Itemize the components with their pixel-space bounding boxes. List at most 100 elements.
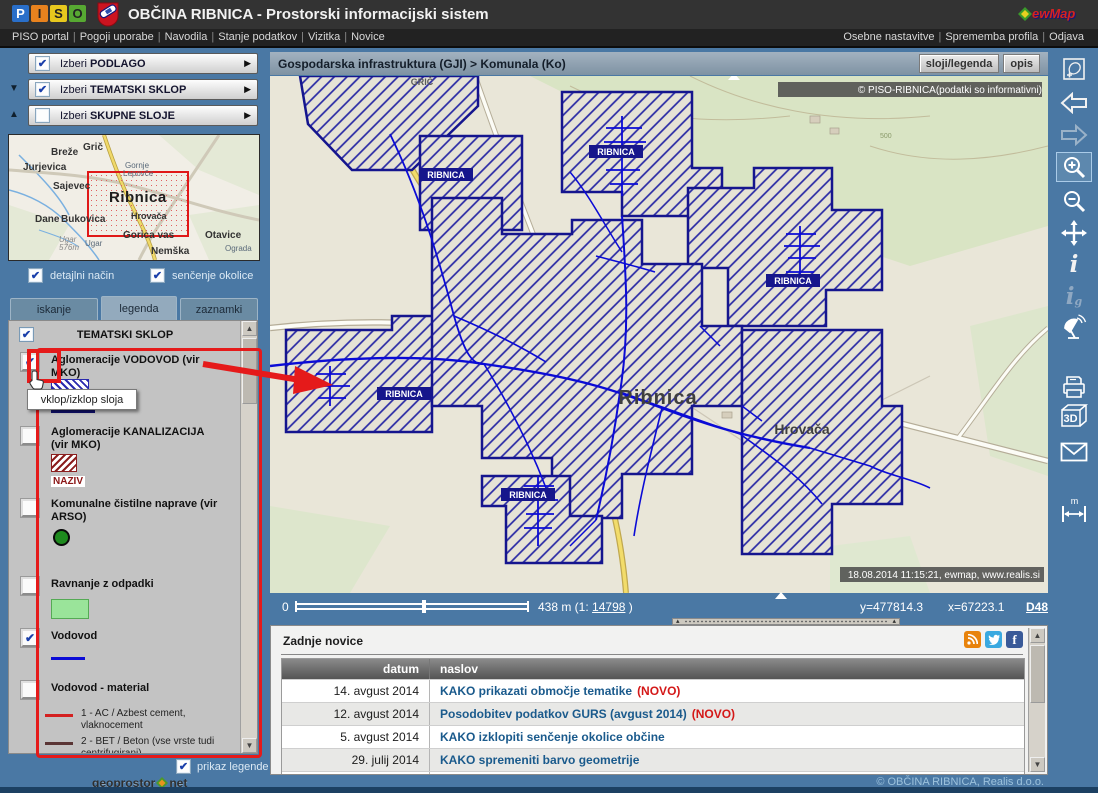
- menu-odjava[interactable]: Odjava: [1049, 31, 1084, 43]
- contour-label: 500: [880, 133, 892, 140]
- news-row[interactable]: 24. julij 2014 KAKO najhitreje do seznam…: [282, 771, 1024, 775]
- layer-label[interactable]: Komunalne čistilne naprave (vir ARSO): [51, 498, 221, 524]
- detajlni-checkbox[interactable]: ✔: [28, 268, 43, 283]
- layer-label[interactable]: Aglomeracije KANALIZACIJA (vir MKO): [51, 426, 221, 452]
- scroll-thumb[interactable]: [1030, 645, 1045, 703]
- scroll-up-icon[interactable]: ▲: [242, 321, 257, 336]
- news-link[interactable]: KAKO spremeniti barvo geometrije: [440, 753, 639, 767]
- forward-button[interactable]: [1056, 120, 1092, 150]
- option-detajlni-nacin[interactable]: ✔ detajlni način: [28, 268, 114, 283]
- rss-icon[interactable]: [964, 631, 981, 648]
- scale-value-link[interactable]: 14798: [592, 600, 625, 614]
- layer-label[interactable]: Vodovod: [51, 630, 221, 643]
- datum-link[interactable]: D48: [1026, 600, 1048, 614]
- area-label: RIBNICA: [427, 170, 465, 180]
- gps-button[interactable]: [1056, 312, 1092, 342]
- layer-checkbox-vodovod[interactable]: ✔: [21, 629, 39, 647]
- prikaz-legende-checkbox[interactable]: ✔: [176, 759, 191, 774]
- option-sencenje-okolice[interactable]: ✔ senčenje okolice: [150, 268, 253, 283]
- news-table-header: datum naslov: [282, 659, 1024, 679]
- accordion-tematski-sklop[interactable]: ✔ Izberi TEMATSKI SKLOP ▶: [28, 79, 258, 100]
- back-button[interactable]: [1056, 88, 1092, 118]
- layer-checkbox-ravnanje-odpadki[interactable]: [21, 577, 39, 595]
- tab-zaznamki[interactable]: zaznamki: [180, 298, 258, 321]
- layer-checkbox-vodovod-material[interactable]: [21, 681, 39, 699]
- 3d-button[interactable]: 3D: [1056, 402, 1092, 432]
- menu-stanje-podatkov[interactable]: Stanje podatkov: [218, 31, 297, 43]
- arrow-right-icon[interactable]: ▶: [244, 58, 251, 69]
- scroll-down-icon[interactable]: ▼: [1030, 757, 1045, 772]
- accordion-podlago[interactable]: ✔ Izberi PODLAGO ▶: [28, 53, 258, 74]
- scroll-down-icon[interactable]: ▼: [242, 738, 257, 753]
- map-canvas[interactable]: 500 500: [270, 76, 1048, 593]
- measure-button[interactable]: m: [1056, 496, 1092, 526]
- layer-label[interactable]: Vodovod - material: [51, 682, 221, 695]
- news-table: datum naslov 14. avgust 2014 KAKO prikaz…: [281, 658, 1025, 775]
- layer-label[interactable]: Ravnanje z odpadki: [51, 578, 221, 591]
- info-button[interactable]: i: [1056, 249, 1092, 279]
- layer-checkbox-aglomeracije-vodovod[interactable]: ✔: [21, 353, 39, 371]
- zoom-in-button[interactable]: [1056, 152, 1092, 182]
- arrow-right-icon[interactable]: ▶: [244, 110, 251, 121]
- tab-iskanje[interactable]: iskanje: [10, 298, 98, 321]
- accordion-skupni-sloji[interactable]: Izberi SKUPNE SLOJE ▶: [28, 105, 258, 126]
- arrow-right-icon[interactable]: ▶: [244, 84, 251, 95]
- overview-map[interactable]: Breže Grič Jurjevica Gornje Lepovče Saje…: [8, 134, 260, 261]
- facebook-icon[interactable]: f: [1006, 631, 1023, 648]
- expand-skupni-icon[interactable]: ▲: [6, 109, 22, 120]
- news-row[interactable]: 5. avgust 2014 KAKO izklopiti senčenje o…: [282, 725, 1024, 748]
- piso-logo[interactable]: PISO: [12, 5, 88, 22]
- twitter-icon[interactable]: [985, 631, 1002, 648]
- news-row[interactable]: 12. avgust 2014 Posodobitev podatkov GUR…: [282, 702, 1024, 725]
- menu-navodila[interactable]: Navodila: [165, 31, 208, 43]
- swatch-kanalizacija: [51, 454, 77, 472]
- municipality-shield-icon: [97, 2, 119, 30]
- legend-scrollbar[interactable]: ▲ ▼: [240, 321, 257, 753]
- map-header: Gospodarska infrastruktura (GJI) > Komun…: [270, 52, 1048, 75]
- skupni-checkbox[interactable]: [35, 108, 50, 123]
- news-link[interactable]: KAKO prikazati območje tematike: [440, 684, 632, 698]
- news-link[interactable]: Posodobitev podatkov GURS (avgust 2014): [440, 707, 687, 721]
- tematski-checkbox[interactable]: ✔: [35, 82, 50, 97]
- app-header: PISO OBČINA RIBNICA - Prostorski informa…: [0, 0, 1098, 29]
- menu-vizitka[interactable]: Vizitka: [308, 31, 340, 43]
- scroll-up-icon[interactable]: ▲: [1030, 628, 1045, 643]
- news-row[interactable]: 29. julij 2014 KAKO spremeniti barvo geo…: [282, 748, 1024, 771]
- menu-pogoji-uporabe[interactable]: Pogoji uporabe: [80, 31, 154, 43]
- news-link[interactable]: KAKO izklopiti senčenje okolice občine: [440, 730, 665, 744]
- swatch-cistilna-naprava: [53, 529, 70, 546]
- sencenje-checkbox[interactable]: ✔: [150, 268, 165, 283]
- layer-checkbox-cistilne-naprave[interactable]: [21, 499, 39, 517]
- town-label-ribnica: Ribnica: [618, 387, 697, 409]
- menu-sprememba-profila[interactable]: Sprememba profila: [945, 31, 1038, 43]
- tab-legenda[interactable]: legenda: [101, 296, 177, 321]
- news-row[interactable]: 14. avgust 2014 KAKO prikazati območje t…: [282, 679, 1024, 702]
- opis-button[interactable]: opis: [1003, 54, 1040, 73]
- panel-splitter[interactable]: ▴ ▴: [672, 618, 900, 625]
- podlago-checkbox[interactable]: ✔: [35, 56, 50, 71]
- menu-piso-portal[interactable]: PISO portal: [12, 31, 69, 43]
- statusbar-collapse-icon[interactable]: [775, 592, 787, 599]
- panel-collapse-icon[interactable]: [728, 76, 740, 80]
- pan-button[interactable]: [1056, 218, 1092, 248]
- map-timestamp: 18.08.2014 11:15:21, ewmap, www.realis.s…: [848, 570, 1040, 581]
- sloji-legenda-button[interactable]: sloji/legenda: [919, 54, 1000, 73]
- menu-osebne-nastavitve[interactable]: Osebne nastavitve: [843, 31, 934, 43]
- layer-checkbox-aglomeracije-kanalizacija[interactable]: [21, 427, 39, 445]
- scale-handle[interactable]: [422, 600, 426, 613]
- layer-label[interactable]: Aglomeracije VODOVOD (vir MKO): [51, 354, 221, 380]
- menu-novice[interactable]: Novice: [351, 31, 385, 43]
- print-button[interactable]: [1056, 372, 1092, 402]
- scroll-thumb[interactable]: [242, 338, 257, 404]
- news-scrollbar[interactable]: ▲ ▼: [1028, 628, 1045, 772]
- area-label: RIBNICA: [774, 276, 812, 286]
- prikaz-legende-option[interactable]: ✔ prikaz legende: [176, 759, 269, 774]
- collapse-tematski-icon[interactable]: ▼: [6, 83, 22, 94]
- swatch-ravnanje-odpadki: [51, 599, 89, 619]
- info-g-button[interactable]: ig: [1056, 281, 1092, 311]
- zoom-out-button[interactable]: [1056, 186, 1092, 216]
- mail-button[interactable]: [1056, 437, 1092, 467]
- scale-slider[interactable]: [294, 600, 530, 613]
- overview-label: 576m: [59, 243, 79, 252]
- full-extent-button[interactable]: [1056, 54, 1092, 84]
